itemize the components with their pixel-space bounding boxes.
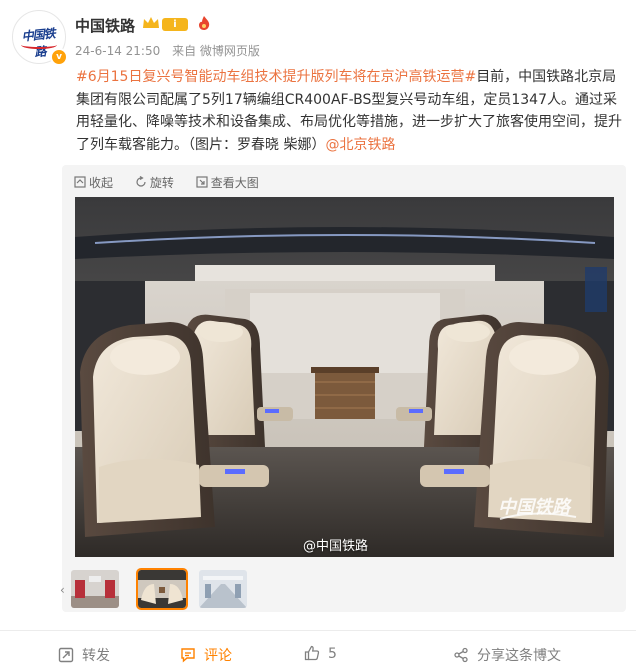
topic-link[interactable]: #6月15日复兴号智能动车组技术提升版列车将在京沪高铁运营# bbox=[76, 69, 476, 85]
media-card: 收起 旋转 查看大图 中国铁路 @中国铁路 ‹ bbox=[60, 165, 626, 612]
share-label: 分享这条博文 bbox=[477, 648, 561, 664]
post-time[interactable]: 24-6-14 21:50 bbox=[75, 44, 160, 58]
view-large-icon bbox=[196, 176, 208, 188]
verified-badge-icon: v bbox=[50, 48, 68, 66]
repost-label: 转发 bbox=[82, 648, 110, 664]
share-icon bbox=[454, 647, 468, 663]
comment-label: 评论 bbox=[204, 648, 232, 664]
account-name[interactable]: 中国铁路 bbox=[75, 15, 135, 36]
mention-link[interactable]: @北京铁路 bbox=[325, 137, 395, 153]
comment-icon bbox=[181, 648, 195, 663]
media-toolbar: 收起 旋转 查看大图 bbox=[74, 174, 277, 191]
thumbnail[interactable] bbox=[71, 570, 119, 608]
view-large-button[interactable]: 查看大图 bbox=[196, 174, 259, 191]
photo-logo-watermark: 中国铁路 bbox=[498, 497, 577, 520]
thumbnail[interactable] bbox=[199, 570, 247, 608]
fire-badge-icon[interactable] bbox=[197, 15, 211, 31]
thumbnail-strip: ‹ bbox=[60, 568, 262, 610]
repost-button[interactable]: 转发 bbox=[58, 645, 110, 665]
thumbnail-active[interactable] bbox=[136, 568, 188, 610]
rotate-label: 旋转 bbox=[149, 176, 174, 190]
avatar-swoosh bbox=[21, 41, 57, 49]
rotate-button[interactable]: 旋转 bbox=[135, 174, 174, 191]
level-badge[interactable]: i bbox=[162, 18, 188, 31]
post-meta: 24-6-14 21:50 来自 微博网页版 bbox=[75, 42, 268, 59]
repost-icon bbox=[58, 647, 74, 663]
post-header: 中国铁路 v 中国铁路 i 24-6-14 21:50 来自 微博网页版 bbox=[12, 10, 622, 66]
weibo-post: 中国铁路 v 中国铁路 i 24-6-14 21:50 来自 微博网页版 #6月… bbox=[0, 0, 636, 665]
comment-button[interactable]: 评论 bbox=[180, 645, 232, 665]
thumb-prev-icon[interactable]: ‹ bbox=[60, 583, 65, 597]
collapse-icon bbox=[74, 176, 86, 188]
like-button[interactable]: 5 bbox=[304, 645, 337, 662]
crown-icon bbox=[143, 17, 159, 28]
view-large-label: 查看大图 bbox=[210, 176, 259, 190]
post-source: 来自 微博网页版 bbox=[172, 44, 260, 58]
rotate-icon bbox=[136, 176, 146, 187]
like-count: 5 bbox=[328, 646, 337, 662]
photo-watermark: @中国铁路 bbox=[303, 539, 369, 554]
collapse-button[interactable]: 收起 bbox=[74, 174, 113, 191]
thumbs-up-icon bbox=[304, 645, 320, 661]
share-button[interactable]: 分享这条博文 bbox=[453, 645, 561, 665]
post-text: #6月15日复兴号智能动车组技术提升版列车将在京沪高铁运营#目前，中国铁路北京局… bbox=[76, 66, 624, 156]
collapse-label: 收起 bbox=[89, 176, 114, 190]
post-photo[interactable]: 中国铁路 @中国铁路 bbox=[75, 197, 614, 557]
action-bar: 转发 评论 5 分享这条博文 bbox=[0, 630, 636, 666]
